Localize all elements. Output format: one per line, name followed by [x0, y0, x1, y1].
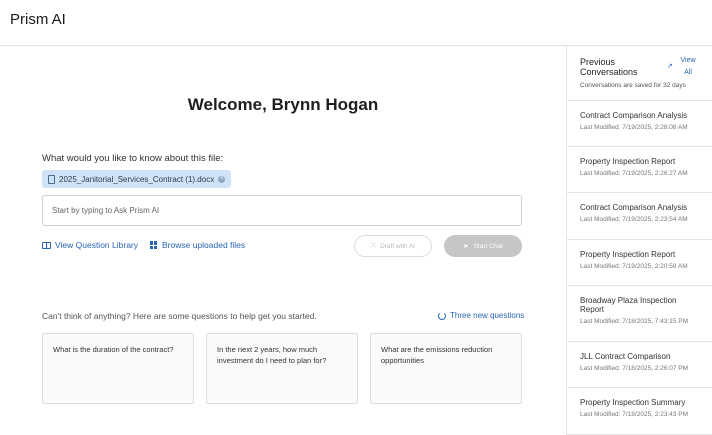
view-all-link[interactable]: View All: [677, 55, 699, 79]
three-new-questions-label: Three new questions: [450, 311, 525, 320]
conversation-title: Broadway Plaza Inspection Report: [580, 296, 677, 314]
remove-file-icon[interactable]: ×: [218, 175, 226, 183]
conversation-title: Property Inspection Report: [580, 157, 676, 166]
conversation-title: Property Inspection Report: [580, 250, 676, 259]
document-icon: [48, 174, 55, 184]
welcome-heading: Welcome, Brynn Hogan: [187, 95, 379, 114]
file-name: 2025_Janitorial_Services_Contract (1).do…: [59, 174, 215, 184]
conversation-item[interactable]: Property Inspection Report Last Modified…: [567, 240, 712, 286]
conversation-title: Contract Comparison Analysis: [580, 203, 688, 212]
conversation-title: Contract Comparison Analysis: [580, 111, 688, 120]
conversation-item[interactable]: Broadway Plaza Inspection Report Last Mo…: [567, 286, 712, 342]
grid-icon: [150, 241, 158, 249]
draft-with-ai-button[interactable]: ⤫ Draft with AI: [354, 235, 432, 257]
start-chat-label: Start Chat: [473, 242, 503, 250]
browse-uploaded-files-link[interactable]: Browse uploaded files: [150, 240, 245, 250]
three-new-questions-link[interactable]: Three new questions: [438, 311, 524, 320]
conversation-modified: Last Modified: 7/19/2025, 2:28:08 AM: [580, 124, 688, 131]
conversation-modified: Last Modified: 7/19/2025, 2:26:27 AM: [580, 170, 688, 177]
ask-label: What would you like to know about this f…: [42, 153, 224, 164]
conversations-sidebar: Previous Conversations ↗ View All Conver…: [566, 46, 712, 435]
external-link-icon[interactable]: ↗: [667, 62, 673, 70]
conversation-modified: Last Modified: 7/19/2025, 2:23:54 AM: [580, 216, 688, 223]
view-question-library-link[interactable]: View Question Library: [42, 240, 138, 250]
book-icon: [42, 241, 51, 249]
conversation-modified: Last Modified: 7/19/2025, 2:20:58 AM: [580, 263, 688, 270]
conversation-item[interactable]: Property Inspection Report Last Modified…: [567, 147, 712, 193]
app-header: Prism AI: [0, 0, 712, 46]
conversation-item[interactable]: JLL Contract Comparison Last Modified: 7…: [567, 342, 712, 388]
draft-with-ai-label: Draft with AI: [380, 242, 416, 250]
suggested-question-card[interactable]: In the next 2 years, how much investment…: [206, 333, 358, 404]
conversation-item[interactable]: Property Inspection Summary Last Modifie…: [567, 388, 712, 435]
ask-input[interactable]: [42, 195, 522, 226]
retention-note: Conversations are saved for 32 days: [580, 82, 686, 89]
conversation-modified: Last Modified: 7/18/2025, 2:23:43 PM: [580, 411, 689, 418]
send-icon: ➤: [463, 243, 469, 250]
app-title: Prism AI: [10, 11, 66, 28]
conversation-modified: Last Modified: 7/18/2025, 2:26:07 PM: [580, 365, 689, 372]
suggested-question-card[interactable]: What are the emissions reduction opportu…: [370, 333, 522, 404]
conversation-item[interactable]: Contract Comparison Analysis Last Modifi…: [567, 101, 712, 147]
sidebar-header: Previous Conversations ↗ View All Conver…: [567, 46, 712, 101]
suggestions-label: Can't think of anything? Here are some q…: [42, 311, 317, 321]
conversation-item[interactable]: Contract Comparison Analysis Last Modifi…: [567, 193, 712, 240]
suggested-question-card[interactable]: What is the duration of the contract?: [42, 333, 194, 404]
refresh-icon: [438, 311, 446, 320]
conversation-title: Property Inspection Summary: [580, 398, 686, 407]
file-chip[interactable]: 2025_Janitorial_Services_Contract (1).do…: [42, 170, 232, 188]
magic-wand-icon: ⤫: [370, 242, 377, 249]
main-panel: Welcome, Brynn Hogan What would you like…: [0, 46, 566, 435]
conversation-modified: Last Modified: 7/18/2025, 7:43:15 PM: [580, 318, 689, 325]
sidebar-title: Previous Conversations: [580, 57, 638, 77]
conversation-title: JLL Contract Comparison: [580, 352, 671, 361]
start-chat-button[interactable]: ➤ Start Chat: [444, 235, 522, 257]
view-question-library-label: View Question Library: [55, 240, 138, 250]
browse-uploaded-files-label: Browse uploaded files: [162, 240, 246, 250]
